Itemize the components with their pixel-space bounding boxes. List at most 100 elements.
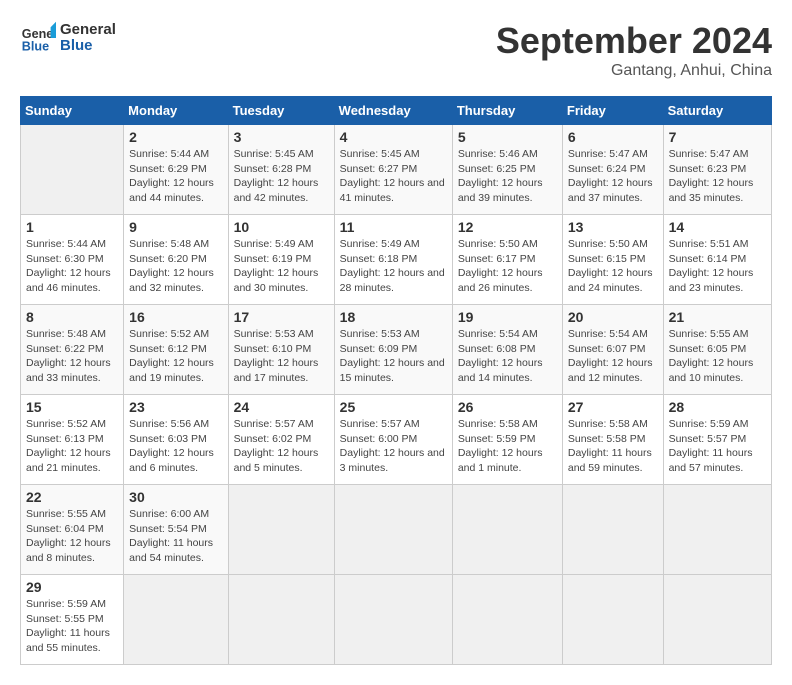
calendar-cell: 4 Sunrise: 5:45 AM Sunset: 6:27 PM Dayli…	[334, 125, 452, 215]
day-info: Sunrise: 5:59 AM Sunset: 5:57 PM Dayligh…	[669, 418, 753, 474]
day-info: Sunrise: 5:56 AM Sunset: 6:03 PM Dayligh…	[129, 418, 214, 474]
day-info: Sunrise: 5:53 AM Sunset: 6:09 PM Dayligh…	[340, 328, 445, 384]
day-info: Sunrise: 5:47 AM Sunset: 6:23 PM Dayligh…	[669, 148, 754, 204]
calendar-week-row: 29 Sunrise: 5:59 AM Sunset: 5:55 PM Dayl…	[21, 575, 772, 665]
calendar-cell: 27 Sunrise: 5:58 AM Sunset: 5:58 PM Dayl…	[562, 395, 663, 485]
logo-icon: General Blue	[20, 20, 56, 56]
day-info: Sunrise: 5:53 AM Sunset: 6:10 PM Dayligh…	[234, 328, 319, 384]
title-block: September 2024 Gantang, Anhui, China	[496, 20, 772, 80]
calendar-cell: 5 Sunrise: 5:46 AM Sunset: 6:25 PM Dayli…	[452, 125, 562, 215]
day-info: Sunrise: 5:44 AM Sunset: 6:29 PM Dayligh…	[129, 148, 214, 204]
calendar-cell	[334, 575, 452, 665]
day-number: 18	[340, 309, 447, 325]
calendar-cell: 25 Sunrise: 5:57 AM Sunset: 6:00 PM Dayl…	[334, 395, 452, 485]
weekday-header: Monday	[124, 97, 228, 125]
day-info: Sunrise: 5:45 AM Sunset: 6:28 PM Dayligh…	[234, 148, 319, 204]
calendar-cell	[663, 485, 771, 575]
day-info: Sunrise: 5:49 AM Sunset: 6:18 PM Dayligh…	[340, 238, 445, 294]
day-info: Sunrise: 5:44 AM Sunset: 6:30 PM Dayligh…	[26, 238, 111, 294]
calendar-cell: 2 Sunrise: 5:44 AM Sunset: 6:29 PM Dayli…	[124, 125, 228, 215]
calendar-cell: 14 Sunrise: 5:51 AM Sunset: 6:14 PM Dayl…	[663, 215, 771, 305]
day-info: Sunrise: 5:46 AM Sunset: 6:25 PM Dayligh…	[458, 148, 543, 204]
calendar-cell: 10 Sunrise: 5:49 AM Sunset: 6:19 PM Dayl…	[228, 215, 334, 305]
weekday-header: Thursday	[452, 97, 562, 125]
calendar-cell: 19 Sunrise: 5:54 AM Sunset: 6:08 PM Dayl…	[452, 305, 562, 395]
day-number: 29	[26, 579, 118, 595]
day-info: Sunrise: 5:57 AM Sunset: 6:00 PM Dayligh…	[340, 418, 445, 474]
calendar-cell: 18 Sunrise: 5:53 AM Sunset: 6:09 PM Dayl…	[334, 305, 452, 395]
calendar-table: SundayMondayTuesdayWednesdayThursdayFrid…	[20, 96, 772, 665]
calendar-cell: 23 Sunrise: 5:56 AM Sunset: 6:03 PM Dayl…	[124, 395, 228, 485]
day-info: Sunrise: 6:00 AM Sunset: 5:54 PM Dayligh…	[129, 508, 213, 564]
day-info: Sunrise: 5:52 AM Sunset: 6:12 PM Dayligh…	[129, 328, 214, 384]
calendar-cell: 8 Sunrise: 5:48 AM Sunset: 6:22 PM Dayli…	[21, 305, 124, 395]
day-number: 25	[340, 399, 447, 415]
day-number: 30	[129, 489, 222, 505]
calendar-cell	[452, 575, 562, 665]
calendar-week-row: 8 Sunrise: 5:48 AM Sunset: 6:22 PM Dayli…	[21, 305, 772, 395]
calendar-cell	[228, 485, 334, 575]
day-number: 14	[669, 219, 766, 235]
day-number: 23	[129, 399, 222, 415]
calendar-cell	[562, 485, 663, 575]
weekday-header: Tuesday	[228, 97, 334, 125]
weekday-header-row: SundayMondayTuesdayWednesdayThursdayFrid…	[21, 97, 772, 125]
calendar-cell: 16 Sunrise: 5:52 AM Sunset: 6:12 PM Dayl…	[124, 305, 228, 395]
day-number: 24	[234, 399, 329, 415]
calendar-cell	[663, 575, 771, 665]
calendar-cell: 15 Sunrise: 5:52 AM Sunset: 6:13 PM Dayl…	[21, 395, 124, 485]
calendar-cell: 22 Sunrise: 5:55 AM Sunset: 6:04 PM Dayl…	[21, 485, 124, 575]
day-number: 15	[26, 399, 118, 415]
calendar-cell: 30 Sunrise: 6:00 AM Sunset: 5:54 PM Dayl…	[124, 485, 228, 575]
day-number: 9	[129, 219, 222, 235]
calendar-week-row: 15 Sunrise: 5:52 AM Sunset: 6:13 PM Dayl…	[21, 395, 772, 485]
day-number: 3	[234, 129, 329, 145]
day-number: 6	[568, 129, 658, 145]
day-number: 1	[26, 219, 118, 235]
calendar-week-row: 1 Sunrise: 5:44 AM Sunset: 6:30 PM Dayli…	[21, 215, 772, 305]
calendar-cell	[21, 125, 124, 215]
day-info: Sunrise: 5:50 AM Sunset: 6:15 PM Dayligh…	[568, 238, 653, 294]
day-number: 22	[26, 489, 118, 505]
calendar-cell: 29 Sunrise: 5:59 AM Sunset: 5:55 PM Dayl…	[21, 575, 124, 665]
day-number: 7	[669, 129, 766, 145]
day-number: 20	[568, 309, 658, 325]
day-number: 26	[458, 399, 557, 415]
day-number: 21	[669, 309, 766, 325]
weekday-header: Friday	[562, 97, 663, 125]
calendar-cell: 28 Sunrise: 5:59 AM Sunset: 5:57 PM Dayl…	[663, 395, 771, 485]
day-number: 17	[234, 309, 329, 325]
calendar-cell: 1 Sunrise: 5:44 AM Sunset: 6:30 PM Dayli…	[21, 215, 124, 305]
calendar-cell	[452, 485, 562, 575]
day-number: 28	[669, 399, 766, 415]
day-number: 19	[458, 309, 557, 325]
calendar-cell: 3 Sunrise: 5:45 AM Sunset: 6:28 PM Dayli…	[228, 125, 334, 215]
day-info: Sunrise: 5:55 AM Sunset: 6:05 PM Dayligh…	[669, 328, 754, 384]
logo-text-general: General	[60, 22, 116, 39]
logo: General Blue General Blue	[20, 20, 116, 56]
calendar-cell: 20 Sunrise: 5:54 AM Sunset: 6:07 PM Dayl…	[562, 305, 663, 395]
calendar-cell	[334, 485, 452, 575]
calendar-cell: 7 Sunrise: 5:47 AM Sunset: 6:23 PM Dayli…	[663, 125, 771, 215]
day-info: Sunrise: 5:51 AM Sunset: 6:14 PM Dayligh…	[669, 238, 754, 294]
calendar-cell	[124, 575, 228, 665]
calendar-cell: 9 Sunrise: 5:48 AM Sunset: 6:20 PM Dayli…	[124, 215, 228, 305]
day-info: Sunrise: 5:45 AM Sunset: 6:27 PM Dayligh…	[340, 148, 445, 204]
day-number: 16	[129, 309, 222, 325]
day-info: Sunrise: 5:48 AM Sunset: 6:22 PM Dayligh…	[26, 328, 111, 384]
day-number: 12	[458, 219, 557, 235]
day-number: 8	[26, 309, 118, 325]
calendar-cell: 11 Sunrise: 5:49 AM Sunset: 6:18 PM Dayl…	[334, 215, 452, 305]
calendar-week-row: 2 Sunrise: 5:44 AM Sunset: 6:29 PM Dayli…	[21, 125, 772, 215]
calendar-cell: 24 Sunrise: 5:57 AM Sunset: 6:02 PM Dayl…	[228, 395, 334, 485]
location-subtitle: Gantang, Anhui, China	[496, 62, 772, 80]
day-info: Sunrise: 5:58 AM Sunset: 5:58 PM Dayligh…	[568, 418, 652, 474]
calendar-cell: 26 Sunrise: 5:58 AM Sunset: 5:59 PM Dayl…	[452, 395, 562, 485]
page-header: General Blue General Blue September 2024…	[20, 20, 772, 80]
day-number: 5	[458, 129, 557, 145]
day-number: 27	[568, 399, 658, 415]
weekday-header: Sunday	[21, 97, 124, 125]
svg-text:Blue: Blue	[22, 40, 49, 54]
month-title: September 2024	[496, 20, 772, 62]
weekday-header: Wednesday	[334, 97, 452, 125]
